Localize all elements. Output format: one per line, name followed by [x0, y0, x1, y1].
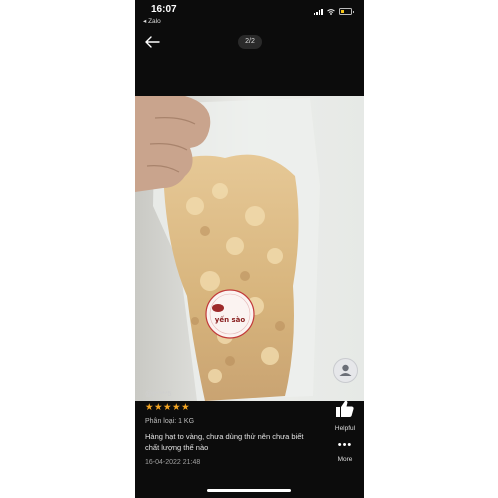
product-variant: Phân loại: 1 KG [145, 418, 195, 425]
helpful-label: Helpful [334, 425, 356, 432]
status-time: 16:07 [151, 4, 177, 15]
reviewer-username: @t*****5 [145, 391, 172, 398]
review-text: Hàng hạt to vàng, chưa dùng thử nên chưa… [145, 432, 304, 452]
sticker-label: yến sào [215, 315, 246, 324]
more-label: More [337, 456, 353, 463]
home-indicator [207, 489, 291, 492]
review-date: 16-04-2022 21:48 [145, 459, 201, 466]
review-image-viewer: 16:07 ◂ Zalo 2/2 yến sào @t*****5 ★★★★★ … [135, 0, 364, 498]
thumbs-up-icon [336, 400, 354, 417]
helpful-button[interactable]: Helpful [332, 400, 358, 432]
wifi-icon [326, 8, 335, 15]
image-counter: 2/2 [238, 35, 262, 49]
user-avatar-button[interactable] [333, 358, 358, 383]
back-arrow-icon[interactable] [143, 34, 161, 50]
more-button[interactable]: ••• More [332, 439, 358, 464]
status-icons [313, 8, 354, 15]
rating-stars: ★★★★★ [145, 402, 191, 413]
user-icon [339, 364, 352, 376]
back-to-app-link[interactable]: ◂ Zalo [143, 17, 161, 25]
more-dots-icon: ••• [337, 439, 353, 451]
review-photo[interactable]: yến sào [135, 96, 364, 401]
signal-icon [313, 8, 323, 15]
battery-icon [338, 8, 352, 15]
